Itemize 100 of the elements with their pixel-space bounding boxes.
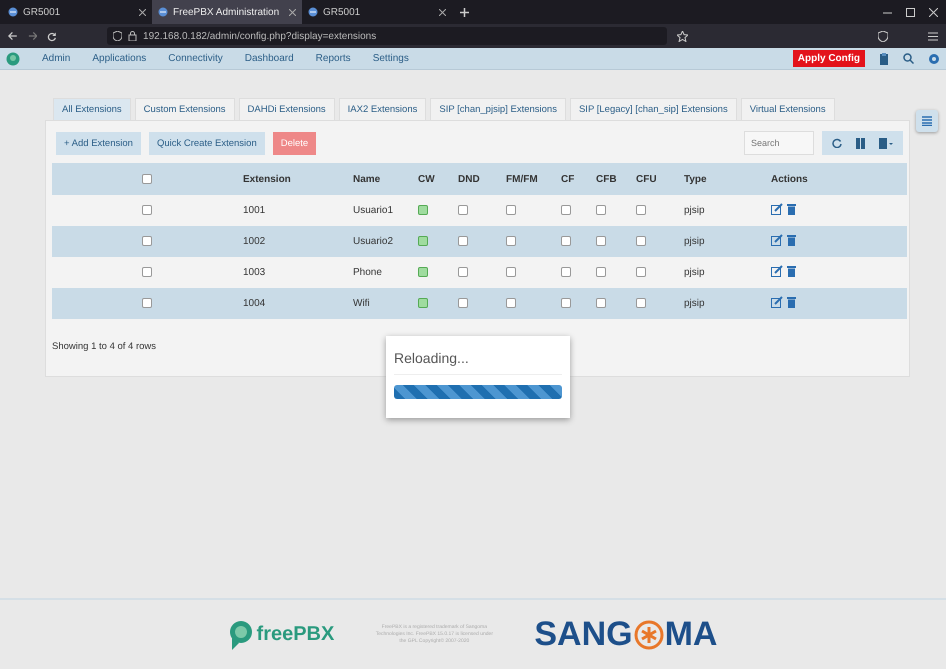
export-icon[interactable] xyxy=(879,138,893,148)
checkbox[interactable] xyxy=(596,298,606,308)
extension-tab[interactable]: SIP [chan_pjsip] Extensions xyxy=(430,98,566,120)
checkbox[interactable] xyxy=(458,236,468,246)
reload-icon[interactable] xyxy=(47,30,58,42)
quick-create-button[interactable]: Quick Create Extension xyxy=(148,132,265,154)
edit-icon[interactable] xyxy=(771,203,783,215)
logo-text: SANG xyxy=(534,615,633,654)
nav-menu-item[interactable]: Admin xyxy=(42,53,70,64)
delete-icon[interactable] xyxy=(787,234,796,246)
checkbox[interactable] xyxy=(596,205,606,216)
edit-icon[interactable] xyxy=(771,234,783,246)
table-cell: pjsip xyxy=(684,205,705,216)
columns-icon[interactable] xyxy=(856,138,865,148)
checkbox[interactable] xyxy=(596,236,606,246)
settings-icon[interactable] xyxy=(928,52,940,64)
checkbox[interactable] xyxy=(506,267,516,278)
table-cell: Phone xyxy=(353,267,382,278)
delete-icon[interactable] xyxy=(787,296,796,308)
column-header: FM/FM xyxy=(506,174,538,184)
browser-tab[interactable]: GR5001 xyxy=(2,0,152,24)
checkbox[interactable] xyxy=(458,298,468,308)
checkbox[interactable] xyxy=(636,267,646,278)
edit-icon[interactable] xyxy=(771,296,783,308)
nav-menu-item[interactable]: Reports xyxy=(316,53,351,64)
pagination-info: Showing 1 to 4 of 4 rows xyxy=(52,341,158,352)
checkbox[interactable] xyxy=(561,236,571,246)
star-icon[interactable] xyxy=(677,30,688,42)
list-button[interactable] xyxy=(916,110,938,132)
checkbox[interactable] xyxy=(418,236,428,246)
column-header: Extension xyxy=(243,174,291,184)
search-field[interactable]: Search xyxy=(744,131,814,155)
close-icon[interactable] xyxy=(439,8,446,16)
checkbox[interactable] xyxy=(458,205,468,216)
checkbox[interactable] xyxy=(142,205,152,216)
close-icon[interactable] xyxy=(929,8,938,16)
checkbox[interactable] xyxy=(561,298,571,308)
table-cell: pjsip xyxy=(684,267,705,278)
delete-icon[interactable] xyxy=(787,203,796,215)
address-bar[interactable]: 192.168.0.182/admin/config.php?display=extensions xyxy=(107,27,668,45)
nav-menu-item[interactable]: Connectivity xyxy=(168,53,223,64)
extension-tab[interactable]: DAHDi Extensions xyxy=(238,98,335,120)
table-cell: 1004 xyxy=(243,298,266,309)
edit-icon[interactable] xyxy=(771,265,783,277)
browser-tab[interactable]: GR5001 xyxy=(302,0,452,24)
checkbox[interactable] xyxy=(418,298,428,308)
plus-icon[interactable] xyxy=(460,8,469,16)
checkbox[interactable] xyxy=(636,236,646,246)
delete-icon[interactable] xyxy=(787,265,796,277)
checkbox[interactable] xyxy=(506,205,516,216)
extension-tab[interactable]: SIP [Legacy] [chan_sip] Extensions xyxy=(570,98,737,120)
checkbox[interactable] xyxy=(506,298,516,308)
column-header: CW xyxy=(418,174,435,184)
checkbox[interactable] xyxy=(142,174,152,184)
url-text: 192.168.0.182/admin/config.php?display=extensions xyxy=(143,30,376,42)
search-icon[interactable] xyxy=(903,53,914,64)
freepbx-logo-text: freePBX xyxy=(256,623,334,646)
table-cell: 1003 xyxy=(243,267,266,278)
menu-icon[interactable] xyxy=(928,32,938,40)
extension-tab[interactable]: Custom Extensions xyxy=(134,98,235,120)
asterisk-icon xyxy=(632,618,665,650)
checkbox[interactable] xyxy=(636,205,646,216)
add-extension-button[interactable]: + Add Extension xyxy=(56,132,141,154)
column-header: CFB xyxy=(596,174,617,184)
shield-icon xyxy=(113,31,122,41)
checkbox[interactable] xyxy=(142,298,152,308)
list-icon xyxy=(922,116,932,126)
column-header: Type xyxy=(684,174,707,184)
checkbox[interactable] xyxy=(561,267,571,278)
checkbox[interactable] xyxy=(142,236,152,246)
chat-bubble-icon xyxy=(228,620,253,650)
checkbox[interactable] xyxy=(142,267,152,278)
checkbox[interactable] xyxy=(636,298,646,308)
nav-menu-item[interactable]: Dashboard xyxy=(244,53,294,64)
back-icon[interactable] xyxy=(8,31,18,41)
column-header: Actions xyxy=(771,174,808,184)
table-cell: 1002 xyxy=(243,236,266,247)
column-header: DND xyxy=(458,174,480,184)
checkbox[interactable] xyxy=(418,267,428,278)
browser-tab[interactable]: FreePBX Administration xyxy=(152,0,302,24)
table-cell: Usuario2 xyxy=(353,236,394,247)
checkbox[interactable] xyxy=(506,236,516,246)
table-cell: 1001 xyxy=(243,205,266,216)
clipboard-icon[interactable] xyxy=(879,52,889,64)
checkbox[interactable] xyxy=(418,205,428,216)
nav-menu-item[interactable]: Applications xyxy=(92,53,146,64)
extension-tab[interactable]: All Extensions xyxy=(53,98,131,120)
apply-config-button[interactable]: Apply Config xyxy=(792,50,865,67)
extension-tab[interactable]: Virtual Extensions xyxy=(740,98,835,120)
maximize-icon[interactable] xyxy=(906,8,915,16)
checkbox[interactable] xyxy=(561,205,571,216)
checkbox[interactable] xyxy=(596,267,606,278)
dialog-title: Reloading... xyxy=(394,350,562,375)
forward-icon[interactable] xyxy=(28,31,38,41)
shield-icon[interactable] xyxy=(878,30,888,42)
close-icon[interactable] xyxy=(139,8,146,16)
extension-tab[interactable]: IAX2 Extensions xyxy=(338,98,426,120)
nav-menu-item[interactable]: Settings xyxy=(372,53,409,64)
refresh-icon[interactable] xyxy=(832,138,842,148)
checkbox[interactable] xyxy=(458,267,468,278)
